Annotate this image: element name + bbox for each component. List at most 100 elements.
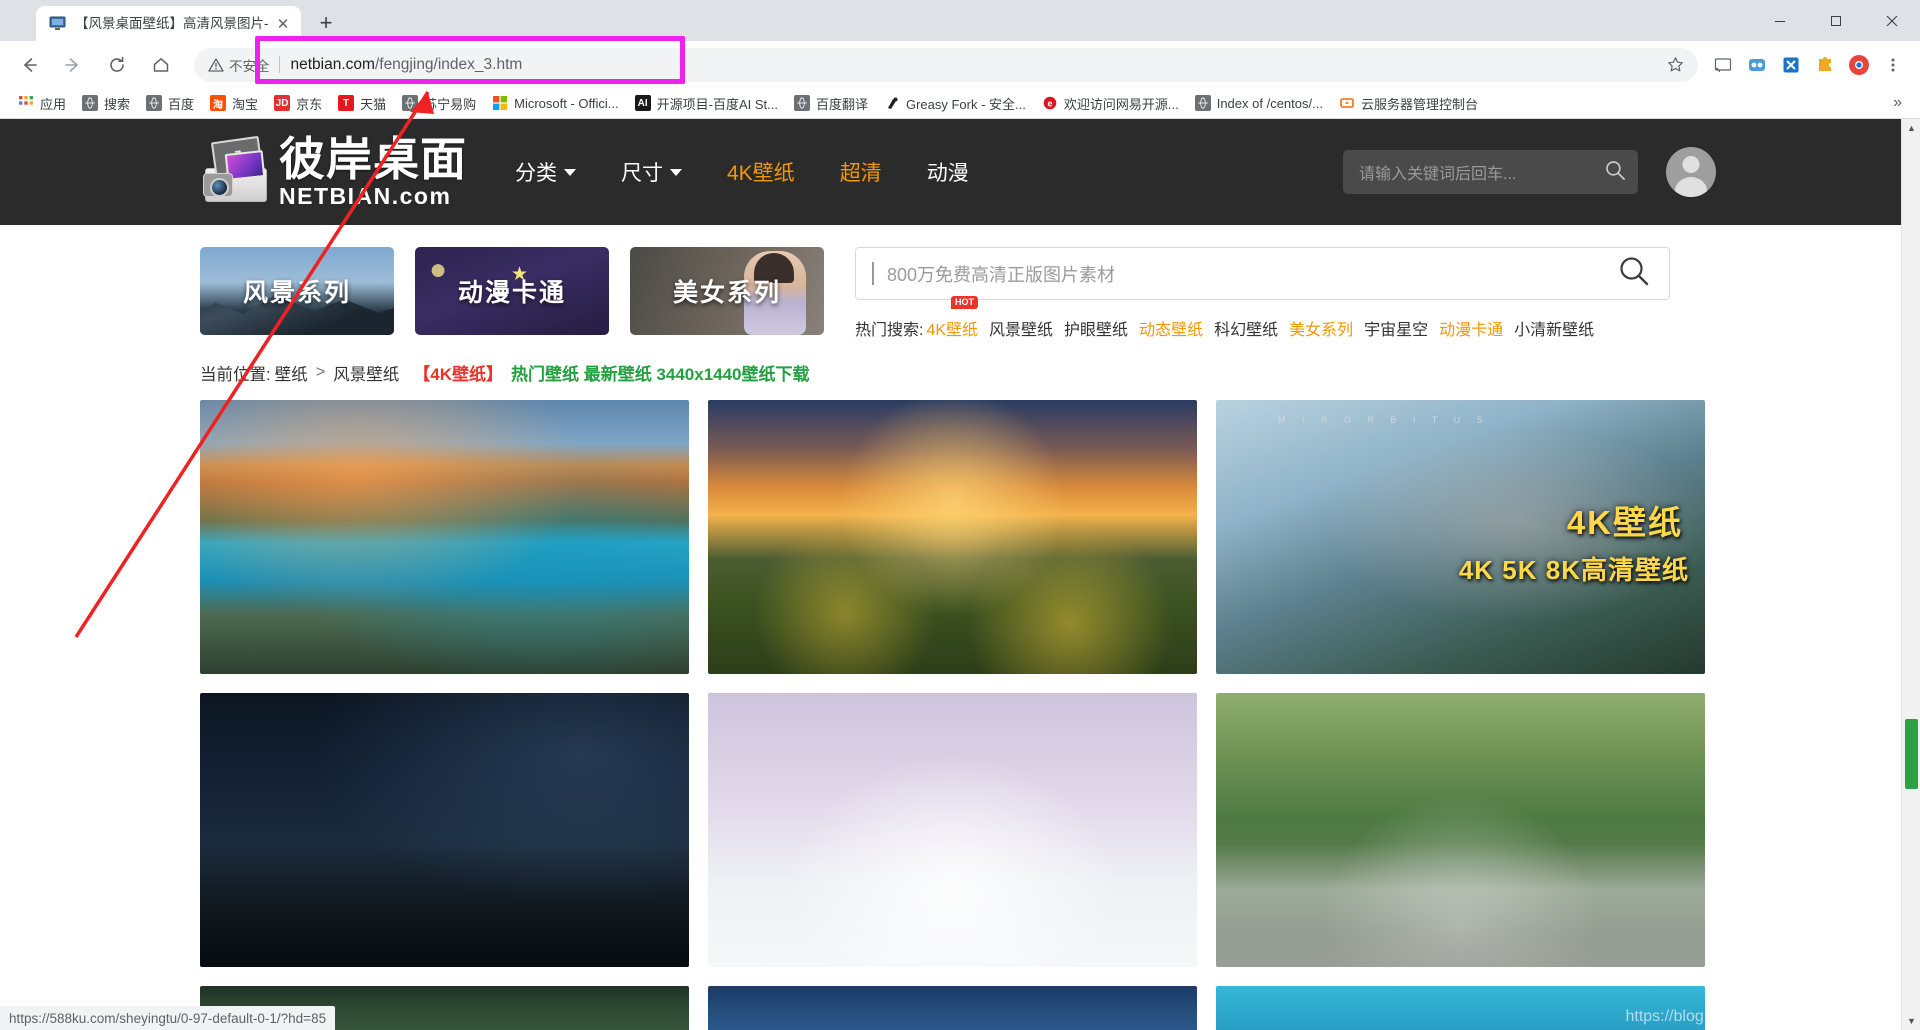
globe-icon: [1194, 95, 1211, 111]
wallpaper-thumb[interactable]: [200, 400, 689, 674]
category-card-label: 美女系列: [672, 279, 781, 307]
page-scrollbar[interactable]: ▲ ▼: [1901, 119, 1920, 1030]
monitor-icon: [49, 15, 66, 32]
aliyun-icon: [1339, 95, 1355, 111]
bookmark-microsoft[interactable]: Microsoft - Offici...: [484, 90, 627, 116]
site-logo[interactable]: 彼岸桌面 NETBIAN.com: [200, 135, 467, 209]
bookmark-greasyfork[interactable]: Greasy Fork - 安全...: [876, 90, 1034, 116]
category-card-anime[interactable]: 动漫卡通: [415, 247, 609, 335]
bookmark-label: Microsoft - Offici...: [514, 95, 619, 111]
wallpaper-thumb[interactable]: [1216, 693, 1705, 967]
hot-tag[interactable]: 动态壁纸: [1139, 316, 1203, 340]
bookmark-ai-studio[interactable]: AI 开源项目-百度AI St...: [627, 90, 786, 116]
bookmark-fanyi[interactable]: 百度翻译: [786, 90, 876, 116]
ad-search-box[interactable]: 800万免费高清正版图片素材: [855, 247, 1670, 300]
nav-item-anime[interactable]: 动漫: [927, 157, 969, 187]
globe-icon: [793, 95, 810, 111]
bookmark-baidu[interactable]: 百度: [138, 90, 202, 116]
category-card-landscape[interactable]: 风景系列: [200, 247, 394, 335]
wallpaper-thumb[interactable]: [708, 986, 1197, 1030]
bookmark-suning[interactable]: 苏宁易购: [394, 90, 484, 116]
hot-search-row: HOT 热门搜索: 4K壁纸 风景壁纸 护眼壁纸 动态壁纸 科幻壁纸 美女系列 …: [855, 296, 1670, 340]
bookmark-apps[interactable]: 应用: [10, 90, 74, 116]
bookmark-tmall[interactable]: T 天猫: [330, 90, 394, 116]
bookmark-label: 欢迎访问网易开源...: [1063, 96, 1179, 112]
bookmarks-bar: 应用 搜索 百度 淘 淘宝 JD 京东 T 天猫 苏宁易购 Microsoft …: [0, 88, 1920, 119]
nav-item-ultrahd[interactable]: 超清: [840, 157, 882, 187]
wallpaper-thumb[interactable]: [708, 400, 1197, 674]
scroll-up-icon[interactable]: ▲: [1902, 119, 1920, 137]
new-tab-button[interactable]: +: [309, 6, 343, 40]
url-text: netbian.com/fengjing/index_3.htm: [291, 56, 1668, 74]
chrome-profile-icon[interactable]: [1844, 50, 1874, 80]
bookmark-aliyun-console[interactable]: 云服务器管理控制台: [1331, 90, 1486, 116]
bookmark-jd[interactable]: JD 京东: [266, 90, 330, 116]
address-bar[interactable]: 不安全 netbian.com/fengjing/index_3.htm: [194, 47, 1698, 82]
browser-toolbar: 不安全 netbian.com/fengjing/index_3.htm: [0, 41, 1920, 88]
browser-titlebar: 【风景桌面壁纸】高清风景图片- ✕ +: [0, 0, 1920, 41]
ad-search-placeholder: 800万免费高清正版图片素材: [887, 264, 1116, 285]
bookmark-label: 百度: [168, 96, 195, 112]
wallpaper-thumb[interactable]: M I R O R B I T U S 4K壁纸 4K 5K 8K高清壁纸: [1216, 400, 1705, 674]
nav-item-size[interactable]: 尺寸: [621, 157, 682, 187]
hot-tag[interactable]: 小清新壁纸: [1514, 316, 1594, 340]
hot-tag[interactable]: 风景壁纸: [989, 316, 1053, 340]
hot-tag[interactable]: 美女系列: [1289, 316, 1353, 340]
pocket-icon[interactable]: [1742, 50, 1772, 80]
puzzle-icon[interactable]: [1810, 50, 1840, 80]
user-avatar-icon[interactable]: [1666, 147, 1716, 197]
reload-icon[interactable]: [100, 48, 134, 82]
bookmarks-overflow-button[interactable]: »: [1885, 94, 1910, 112]
chevron-down-icon: [670, 168, 682, 176]
scrollbar-thumb[interactable]: [1905, 719, 1918, 789]
logo-en: NETBIAN.com: [279, 183, 452, 209]
bookmark-netease[interactable]: e 欢迎访问网易开源...: [1034, 90, 1187, 116]
bookmark-centos-index[interactable]: Index of /centos/...: [1187, 90, 1331, 116]
hot-tag[interactable]: 动漫卡通: [1439, 316, 1503, 340]
nav-item-4k[interactable]: 4K壁纸: [727, 157, 795, 187]
minimize-button[interactable]: [1752, 0, 1808, 41]
bookmark-taobao[interactable]: 淘 淘宝: [202, 90, 266, 116]
close-window-button[interactable]: [1864, 0, 1920, 41]
bookmark-label: Index of /centos/...: [1216, 95, 1323, 111]
nav-item-category[interactable]: 分类: [515, 157, 576, 187]
cast-icon[interactable]: [1708, 50, 1738, 80]
logo-cn: 彼岸桌面: [279, 133, 467, 185]
hot-tag[interactable]: 宇宙星空: [1364, 316, 1428, 340]
hot-badge: HOT: [951, 296, 978, 309]
bookmark-label: 京东: [296, 96, 323, 112]
search-icon[interactable]: [1617, 254, 1651, 293]
close-icon[interactable]: ✕: [273, 14, 293, 34]
forward-icon[interactable]: [56, 48, 90, 82]
hot-tag[interactable]: 科幻壁纸: [1214, 316, 1278, 340]
hot-tag[interactable]: 护眼壁纸: [1064, 316, 1128, 340]
site-header: 彼岸桌面 NETBIAN.com 分类 尺寸 4K壁纸 超清 动漫: [0, 119, 1901, 225]
home-icon[interactable]: [144, 48, 178, 82]
netbian-page: 彼岸桌面 NETBIAN.com 分类 尺寸 4K壁纸 超清 动漫: [0, 119, 1901, 1030]
bookmark-label: 搜索: [104, 96, 131, 112]
search-icon[interactable]: [1604, 159, 1626, 186]
wallpaper-thumb[interactable]: [708, 693, 1197, 967]
bookmark-label: 应用: [40, 96, 67, 112]
window-controls: [1752, 0, 1920, 41]
maximize-button[interactable]: [1808, 0, 1864, 41]
hot-tag[interactable]: 4K壁纸: [926, 316, 978, 340]
nav-label: 分类: [515, 162, 557, 185]
breadcrumb-root[interactable]: 壁纸: [275, 361, 308, 385]
wallpaper-thumb[interactable]: [200, 693, 689, 967]
category-card-beauty[interactable]: 美女系列: [630, 247, 824, 335]
breadcrumb-green-tags[interactable]: 热门壁纸 最新壁纸 3440x1440壁纸下载: [511, 360, 810, 385]
page-viewport: 彼岸桌面 NETBIAN.com 分类 尺寸 4K壁纸 超清 动漫: [0, 119, 1920, 1030]
menu-icon[interactable]: [1878, 50, 1908, 80]
tmall-icon: T: [338, 95, 355, 111]
scroll-down-icon[interactable]: ▼: [1902, 1012, 1920, 1030]
bookmark-search[interactable]: 搜索: [74, 90, 138, 116]
extension-x-icon[interactable]: [1776, 50, 1806, 80]
browser-tab[interactable]: 【风景桌面壁纸】高清风景图片- ✕: [36, 6, 301, 41]
bookmark-star-icon[interactable]: [1667, 56, 1684, 73]
header-search-box[interactable]: 请输入关键词后回车...: [1343, 150, 1638, 194]
greasyfork-icon: [884, 95, 900, 111]
breadcrumb-tag-4k[interactable]: 【4K壁纸】: [413, 360, 503, 385]
breadcrumb-current[interactable]: 风景壁纸: [333, 361, 399, 385]
back-icon[interactable]: [12, 48, 46, 82]
